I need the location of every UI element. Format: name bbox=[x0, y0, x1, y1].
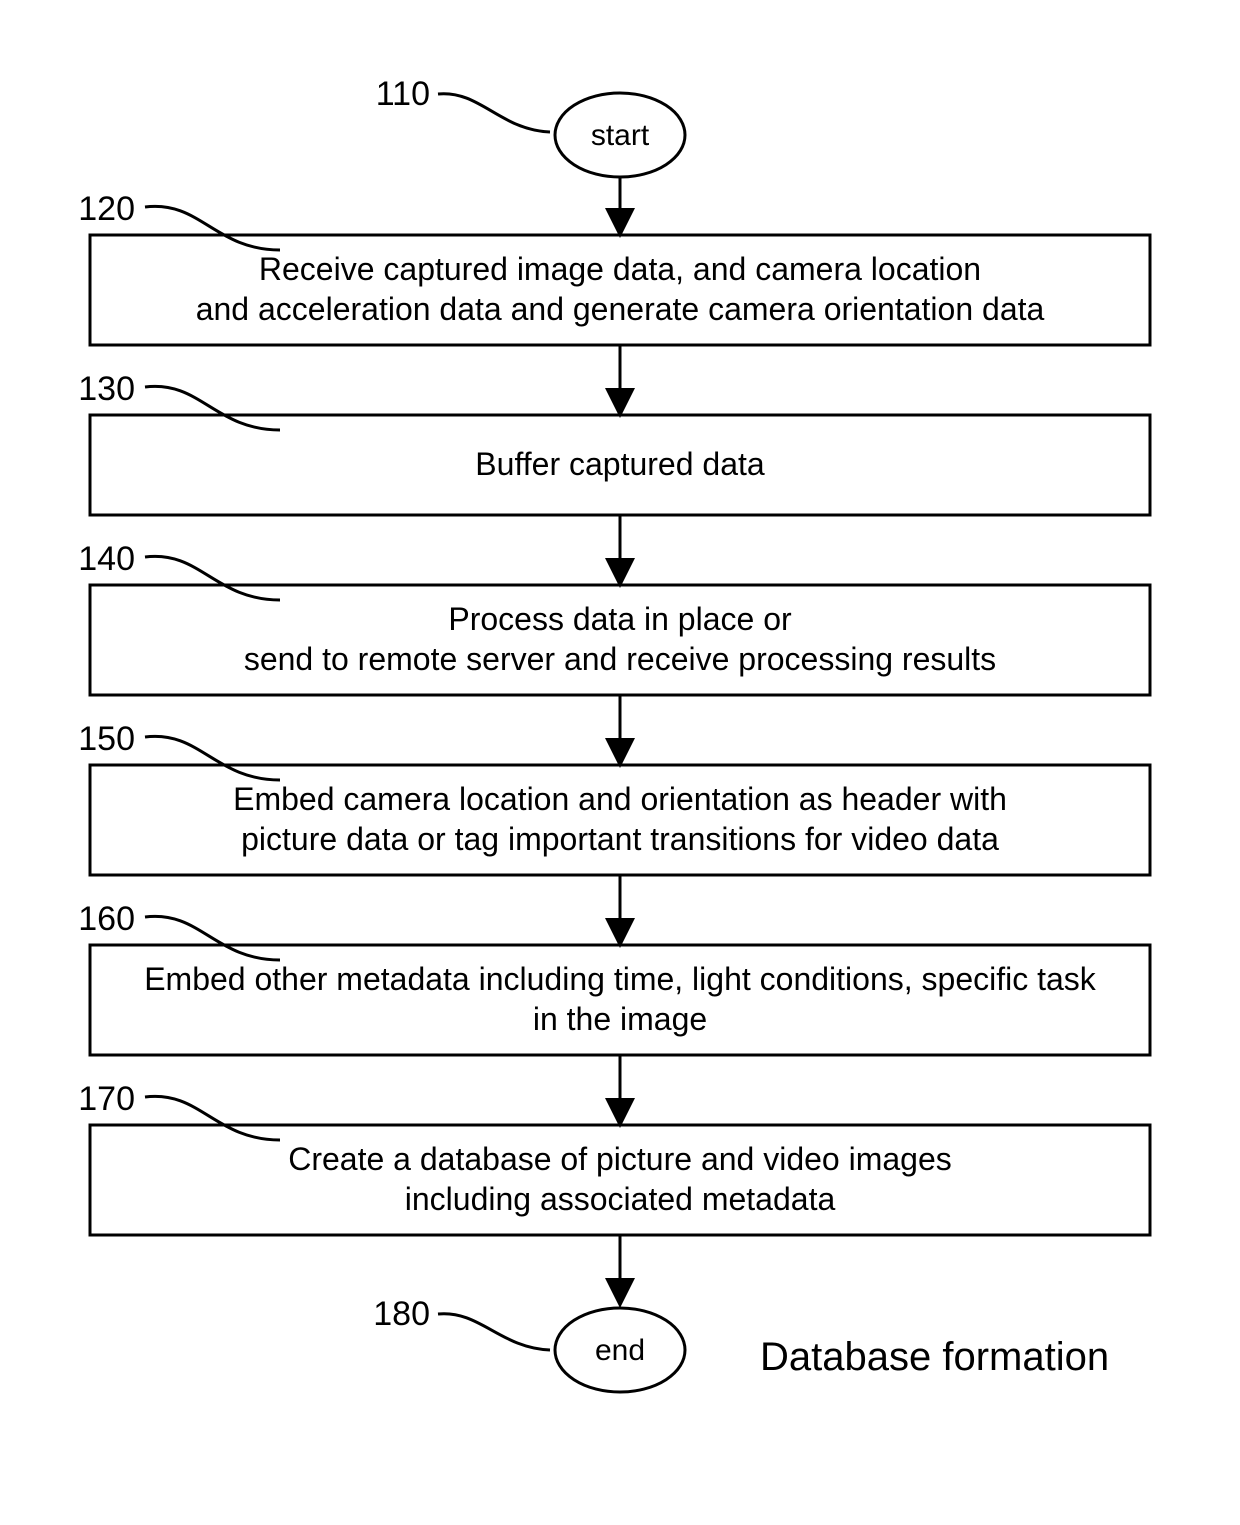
step-160: Embed other metadata including time, lig… bbox=[90, 945, 1150, 1055]
svg-text:send to remote server and rece: send to remote server and receive proces… bbox=[244, 641, 996, 677]
ref-140: 140 bbox=[78, 540, 280, 600]
svg-text:Create a database of picture a: Create a database of picture and video i… bbox=[288, 1141, 952, 1177]
svg-text:including associated metadata: including associated metadata bbox=[405, 1181, 836, 1217]
ref-130: 130 bbox=[78, 370, 280, 430]
step-140: Process data in place or send to remote … bbox=[90, 585, 1150, 695]
svg-text:130: 130 bbox=[78, 370, 135, 408]
step-150: Embed camera location and orientation as… bbox=[90, 765, 1150, 875]
start-label: start bbox=[591, 119, 650, 152]
svg-text:110: 110 bbox=[376, 75, 430, 113]
svg-text:150: 150 bbox=[78, 720, 135, 758]
svg-text:Receive captured image data, a: Receive captured image data, and camera … bbox=[259, 251, 981, 287]
svg-text:Process data in place or: Process data in place or bbox=[448, 601, 792, 637]
svg-text:170: 170 bbox=[78, 1080, 135, 1118]
svg-text:Embed other metadata including: Embed other metadata including time, lig… bbox=[144, 961, 1097, 997]
svg-text:160: 160 bbox=[78, 900, 135, 938]
ref-160: 160 bbox=[78, 900, 280, 960]
svg-text:in the image: in the image bbox=[533, 1001, 707, 1037]
ref-170: 170 bbox=[78, 1080, 280, 1140]
step-170: Create a database of picture and video i… bbox=[90, 1125, 1150, 1235]
step-130: Buffer captured data bbox=[90, 415, 1150, 515]
flowchart-database-formation: start 110 Receive captured image data, a… bbox=[0, 0, 1240, 1525]
svg-text:Buffer captured data: Buffer captured data bbox=[475, 446, 765, 482]
terminator-start: start bbox=[555, 93, 685, 177]
svg-text:Embed camera location and orie: Embed camera location and orientation as… bbox=[233, 781, 1007, 817]
end-label: end bbox=[595, 1334, 645, 1367]
svg-text:and acceleration data and gene: and acceleration data and generate camer… bbox=[196, 291, 1045, 327]
ref-110: 110 bbox=[376, 75, 550, 132]
ref-120: 120 bbox=[78, 190, 280, 250]
svg-text:140: 140 bbox=[78, 540, 135, 578]
diagram-caption: Database formation bbox=[760, 1335, 1109, 1379]
step-120: Receive captured image data, and camera … bbox=[90, 235, 1150, 345]
svg-text:120: 120 bbox=[78, 190, 135, 228]
svg-text:picture data or tag important: picture data or tag important transition… bbox=[241, 821, 999, 857]
terminator-end: end bbox=[555, 1308, 685, 1392]
svg-text:180: 180 bbox=[373, 1295, 430, 1333]
ref-180: 180 bbox=[373, 1295, 550, 1350]
ref-150: 150 bbox=[78, 720, 280, 780]
